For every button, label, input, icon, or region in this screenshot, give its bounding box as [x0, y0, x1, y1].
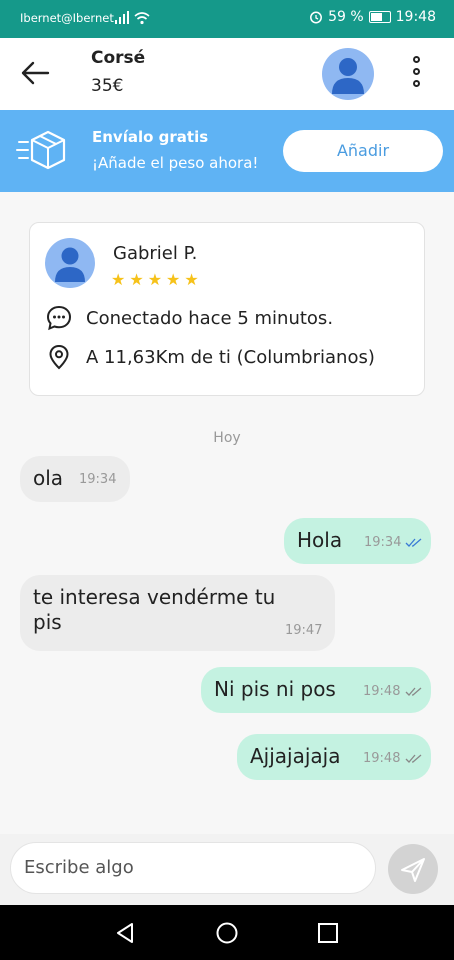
- location-text: A 11,63Km de ti (Columbrianos): [86, 346, 375, 368]
- nav-home-icon[interactable]: [215, 921, 239, 945]
- message-input[interactable]: Escribe algo: [10, 842, 376, 894]
- star-icon: ★: [184, 270, 199, 289]
- message-time: 19:34: [364, 535, 402, 550]
- back-arrow-icon[interactable]: [20, 60, 50, 86]
- online-status-text: Conectado hace 5 minutos.: [86, 307, 334, 329]
- signal-wifi-icon: [115, 11, 150, 25]
- user-avatar[interactable]: [322, 48, 374, 100]
- double-check-icon: [405, 754, 422, 763]
- send-icon: [401, 858, 425, 882]
- double-check-icon: [405, 538, 422, 547]
- banner-subtitle: ¡Añade el peso ahora!: [92, 154, 259, 172]
- nav-back-icon[interactable]: [115, 922, 137, 944]
- system-nav-bar: [0, 905, 454, 960]
- message-text: Hola: [297, 528, 343, 552]
- package-icon: [16, 130, 66, 170]
- message-text: te interesa vendérme tu pis: [33, 585, 276, 634]
- product-title: Corsé: [91, 48, 146, 68]
- message-time: 19:34: [79, 472, 117, 487]
- user-icon: [55, 247, 85, 282]
- seller-avatar: [45, 238, 95, 288]
- message-outgoing[interactable]: Hola 19:34: [284, 518, 431, 564]
- double-check-icon: [405, 687, 422, 696]
- star-icon: ★: [129, 270, 144, 289]
- shipping-banner: Envíalo gratis ¡Añade el peso ahora! Aña…: [0, 110, 454, 192]
- carrier-label: Ibernet@Ibernet: [20, 11, 114, 25]
- battery-icon: [368, 11, 391, 23]
- product-price: 35€: [91, 76, 124, 96]
- nav-recents-icon[interactable]: [317, 922, 339, 944]
- star-icon: ★: [166, 270, 181, 289]
- clock: 19:48: [395, 9, 436, 25]
- message-time: 19:48: [363, 684, 401, 699]
- battery-percent: 59 %: [328, 9, 364, 25]
- message-time: 19:48: [363, 751, 401, 766]
- message-incoming[interactable]: te interesa vendérme tu pis 19:47: [20, 575, 335, 651]
- message-composer: Escribe algo: [0, 834, 454, 905]
- message-outgoing[interactable]: Ajjajajaja 19:48: [237, 734, 431, 780]
- seller-name: Gabriel P.: [113, 243, 198, 264]
- alarm-icon: [310, 11, 323, 24]
- user-icon: [332, 58, 364, 94]
- send-button[interactable]: [388, 844, 438, 894]
- message-text: Ni pis ni pos: [214, 677, 336, 701]
- online-status-row: Conectado hace 5 minutos.: [46, 305, 333, 331]
- location-row: A 11,63Km de ti (Columbrianos): [46, 344, 375, 370]
- star-icon: ★: [111, 270, 126, 289]
- add-weight-button[interactable]: Añadir: [283, 130, 443, 172]
- day-separator: Hoy: [213, 430, 241, 446]
- seller-card[interactable]: Gabriel P. ★ ★ ★ ★ ★ Conectado hace 5 mi…: [29, 222, 425, 396]
- app-header: Corsé 35€: [0, 38, 454, 110]
- more-options-icon[interactable]: [410, 56, 422, 94]
- message-time: 19:47: [285, 623, 323, 638]
- seller-rating: ★ ★ ★ ★ ★: [111, 271, 199, 289]
- status-bar: Ibernet@Ibernet 59 % 19:48: [0, 0, 454, 38]
- star-icon: ★: [147, 270, 163, 289]
- location-pin-icon: [49, 344, 69, 370]
- message-incoming[interactable]: ola 19:34: [20, 456, 130, 502]
- message-outgoing[interactable]: Ni pis ni pos 19:48: [201, 667, 431, 713]
- chat-bubble-icon: [46, 305, 72, 331]
- banner-title: Envíalo gratis: [92, 128, 209, 146]
- message-text: Ajjajajaja: [250, 744, 341, 768]
- message-text: ola: [33, 466, 64, 490]
